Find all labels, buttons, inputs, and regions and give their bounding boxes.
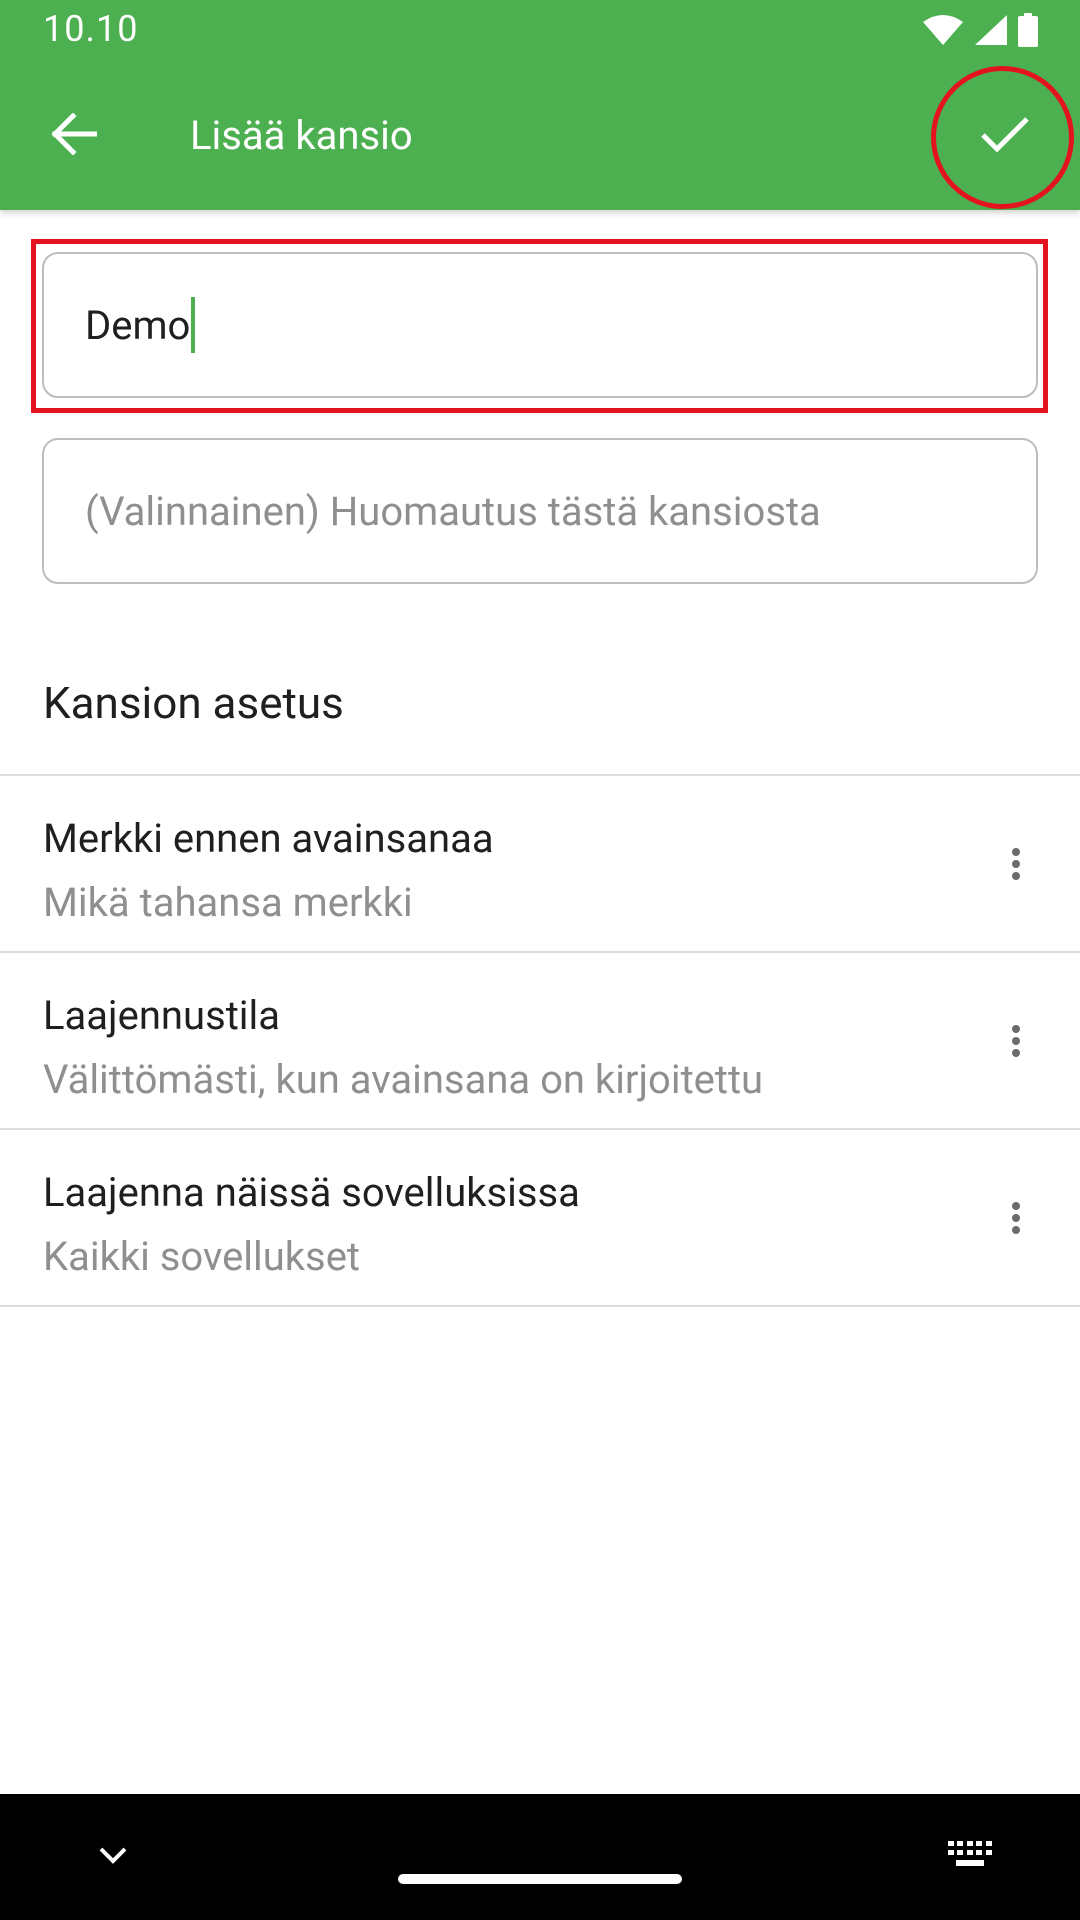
navigation-bar (0, 1794, 1080, 1920)
setting-value: Mikä tahansa merkki (43, 879, 413, 926)
hide-keyboard-button[interactable] (90, 1834, 136, 1880)
setting-title: Laajenna näissä sovelluksissa (43, 1169, 580, 1216)
folder-name-value: Demo (85, 301, 191, 349)
more-options-button[interactable] (980, 1007, 1052, 1079)
more-vert-icon (1011, 1201, 1021, 1239)
folder-name-input[interactable]: Demo (42, 252, 1038, 398)
back-button[interactable] (34, 96, 114, 176)
page-title: Lisää kansio (190, 112, 413, 159)
cell-signal-icon (974, 14, 1008, 46)
status-time: 10.10 (43, 8, 139, 50)
more-vert-icon (1011, 847, 1021, 885)
more-options-button[interactable] (980, 830, 1052, 902)
more-options-button[interactable] (980, 1184, 1052, 1256)
check-icon (980, 114, 1030, 158)
setting-value: Kaikki sovellukset (43, 1233, 360, 1280)
divider (0, 1305, 1080, 1307)
setting-expansion-mode[interactable]: Laajennustila Välittömästi, kun avainsan… (0, 953, 1080, 1129)
setting-value: Välittömästi, kun avainsana on kirjoitet… (43, 1056, 764, 1103)
status-icons (922, 12, 1038, 48)
chevron-down-icon (98, 1846, 128, 1868)
setting-expand-in-apps[interactable]: Laajenna näissä sovelluksissa Kaikki sov… (0, 1130, 1080, 1306)
save-button[interactable] (955, 96, 1055, 176)
folder-note-input[interactable]: (Valinnainen) Huomautus tästä kansiosta (42, 438, 1038, 584)
text-caret (191, 297, 196, 353)
battery-icon (1018, 13, 1038, 47)
section-title: Kansion asetus (43, 677, 344, 729)
keyboard-icon (948, 1841, 992, 1873)
folder-note-placeholder: (Valinnainen) Huomautus tästä kansiosta (85, 487, 821, 535)
home-handle[interactable] (398, 1874, 682, 1884)
keyboard-switch-button[interactable] (942, 1834, 998, 1880)
setting-title: Merkki ennen avainsanaa (43, 815, 494, 862)
app-header: 10.10 Lisää kansio (0, 0, 1080, 210)
setting-keyword-prefix[interactable]: Merkki ennen avainsanaa Mikä tahansa mer… (0, 776, 1080, 952)
arrow-back-icon (51, 112, 98, 159)
more-vert-icon (1011, 1024, 1021, 1062)
setting-title: Laajennustila (43, 992, 281, 1039)
wifi-icon (922, 14, 964, 46)
